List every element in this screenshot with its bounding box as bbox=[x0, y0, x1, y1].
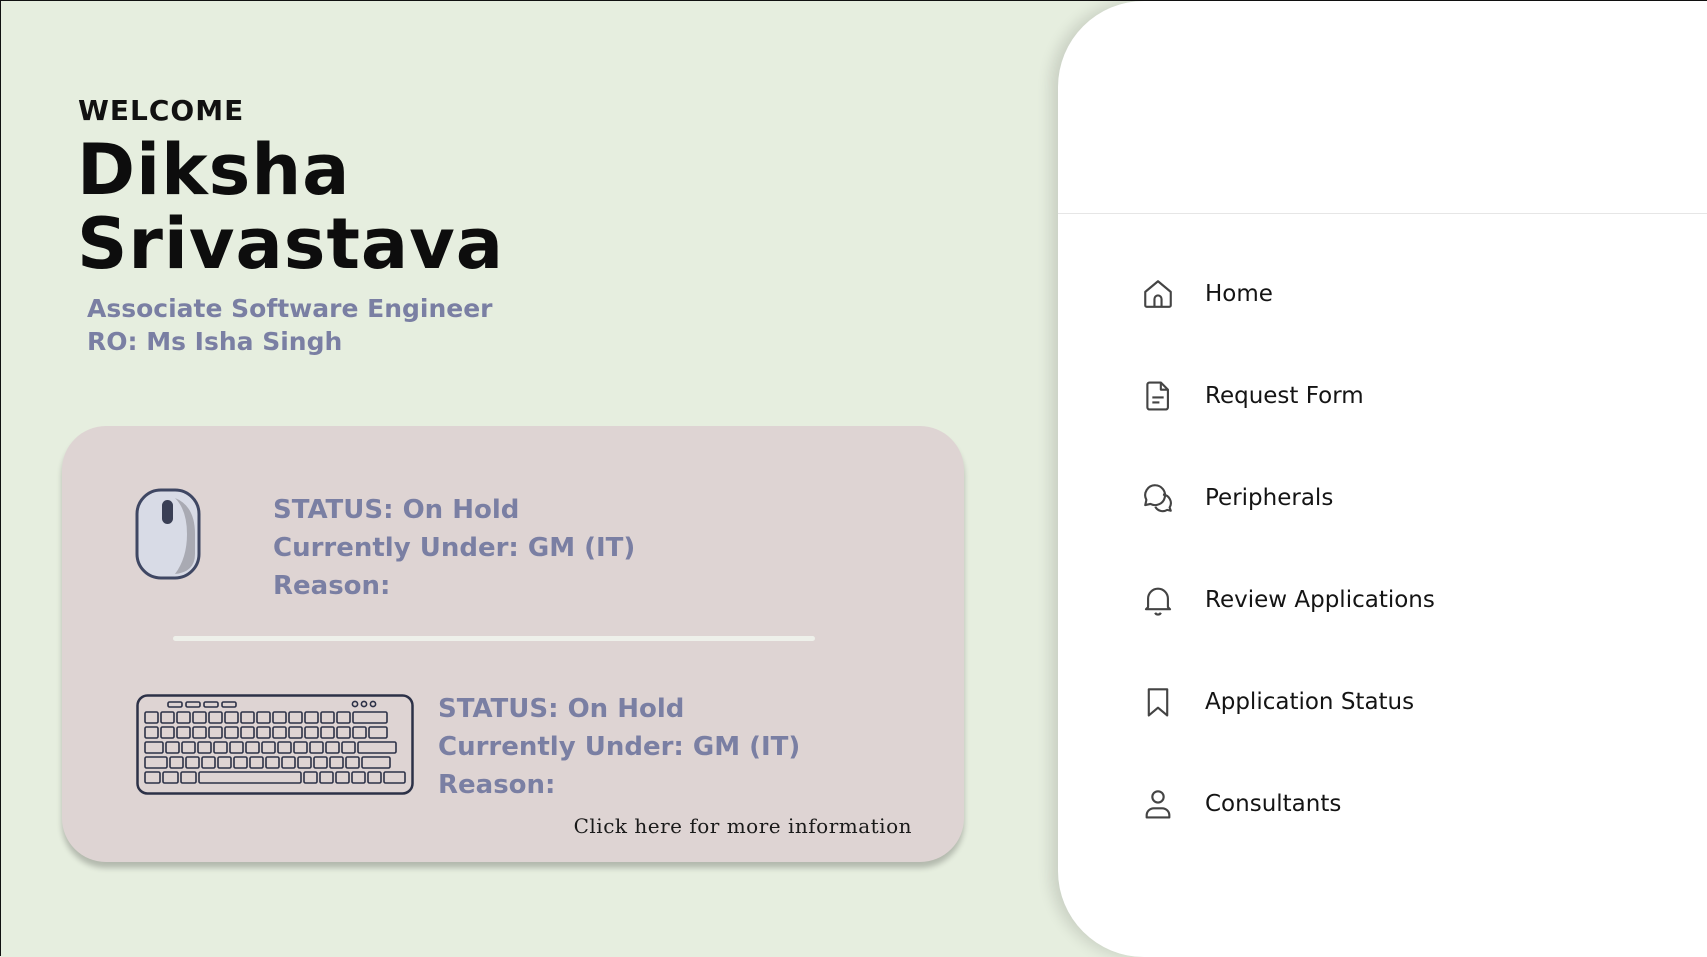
nav-label: Application Status bbox=[1205, 689, 1415, 715]
user-last-name: Srivastava bbox=[77, 203, 505, 285]
nav-item-application-status[interactable]: Application Status bbox=[1140, 684, 1414, 720]
status-text: STATUS: On Hold bbox=[273, 495, 520, 525]
user-icon bbox=[1140, 786, 1176, 822]
keyboard-icon bbox=[136, 694, 414, 795]
reason-text: Reason: bbox=[438, 770, 556, 800]
divider bbox=[173, 636, 815, 641]
chat-bubbles-icon bbox=[1140, 480, 1176, 516]
nav-label: Review Applications bbox=[1205, 587, 1435, 613]
home-icon bbox=[1140, 276, 1176, 312]
user-first-name: Diksha bbox=[77, 129, 351, 211]
sidebar-header bbox=[1058, 1, 1707, 214]
nav-label: Home bbox=[1205, 281, 1273, 307]
nav-item-peripherals[interactable]: Peripherals bbox=[1140, 480, 1333, 516]
bookmark-icon bbox=[1140, 684, 1176, 720]
currently-under-text: Currently Under: GM (IT) bbox=[273, 533, 636, 563]
mouse-icon bbox=[135, 488, 201, 580]
nav-label: Peripherals bbox=[1205, 485, 1334, 511]
document-icon bbox=[1140, 378, 1176, 414]
nav-item-review-applications[interactable]: Review Applications bbox=[1140, 582, 1435, 618]
currently-under-text: Currently Under: GM (IT) bbox=[438, 732, 801, 762]
welcome-label: WELCOME bbox=[78, 94, 245, 127]
user-name: Diksha Srivastava bbox=[77, 133, 504, 281]
nav-item-request-form[interactable]: Request Form bbox=[1140, 378, 1364, 414]
user-details: Associate Software Engineer RO: Ms Isha … bbox=[87, 292, 493, 358]
more-info-link[interactable]: Click here for more information bbox=[574, 814, 912, 838]
sidebar: Home Request Form Peripherals Review App… bbox=[1058, 1, 1707, 957]
user-ro: RO: Ms Isha Singh bbox=[87, 327, 343, 356]
nav-label: Consultants bbox=[1205, 791, 1342, 817]
user-designation: Associate Software Engineer bbox=[87, 294, 493, 323]
request-status-card: STATUS: On Hold Currently Under: GM (IT)… bbox=[62, 426, 964, 862]
request-status-1: STATUS: On Hold Currently Under: GM (IT)… bbox=[273, 491, 635, 605]
nav-item-consultants[interactable]: Consultants bbox=[1140, 786, 1341, 822]
reason-text: Reason: bbox=[273, 571, 391, 601]
nav-label: Request Form bbox=[1205, 383, 1364, 409]
request-status-2: STATUS: On Hold Currently Under: GM (IT)… bbox=[438, 690, 800, 804]
status-text: STATUS: On Hold bbox=[438, 694, 685, 724]
nav-item-home[interactable]: Home bbox=[1140, 276, 1273, 312]
bell-icon bbox=[1140, 582, 1176, 618]
